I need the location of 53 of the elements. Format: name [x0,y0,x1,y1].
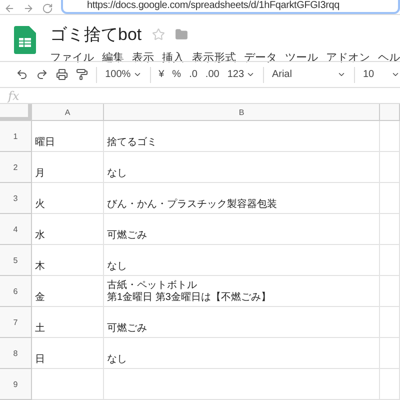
cell-text-line: なし [107,168,127,180]
star-icon[interactable] [152,28,165,41]
percent-button[interactable]: % [172,69,182,80]
cell-text-line: 可燃ごみ [107,230,147,242]
select-all-corner[interactable] [0,104,32,121]
cell-text-line: びん・かん・プラスチック製容器包装 [107,199,277,211]
table-cell [380,369,400,400]
increase-decimals-button[interactable]: .00 [205,69,220,80]
cell-text-line: 火 [35,199,45,211]
row-header[interactable]: 1 [0,121,32,152]
sheets-logo-icon[interactable] [14,26,36,54]
back-icon[interactable] [4,3,15,14]
address-bar[interactable]: https://docs.google.com/spreadsheets/d/1hFqarktGFGI3rqq [61,0,400,14]
cell-text-line: 金 [35,292,45,304]
row-header[interactable]: 4 [0,214,32,245]
cell-text-line: なし [107,354,127,366]
cell-text-line: 第1金曜日 第3金曜日は【不燃ごみ】 [107,292,271,304]
row-header[interactable]: 8 [0,338,32,369]
cell-text-line: 水 [35,230,45,242]
redo-icon[interactable] [36,68,48,82]
reload-icon[interactable] [42,3,53,14]
cell-text-line: 日 [35,354,45,366]
cell-text-line: 捨てるゴミ [107,137,157,149]
currency-button[interactable]: ¥ [158,69,164,80]
row-header[interactable]: 5 [0,245,32,276]
row-header[interactable]: 3 [0,183,32,214]
row-header[interactable]: 6 [0,276,32,307]
print-icon[interactable] [56,68,68,82]
font-dropdown[interactable]: Arial [272,69,346,80]
column-header[interactable]: A [32,104,104,121]
cell-text-line: 土 [35,323,45,335]
document-title[interactable]: ゴミ捨てbot [50,23,142,46]
cell-text-line: 月 [35,168,45,180]
column-header[interactable]: B [104,104,380,121]
font-size-dropdown[interactable]: 10 [362,69,400,80]
row-header[interactable]: 2 [0,152,32,183]
row-header[interactable]: 9 [0,369,32,400]
paint-format-icon[interactable] [76,68,88,82]
row-header[interactable]: 7 [0,307,32,338]
forward-icon[interactable] [23,3,34,14]
cell-text-line: 可燃ごみ [107,323,147,335]
decrease-decimals-button[interactable]: .0 [189,69,198,80]
cell-text-line: 木 [35,261,45,273]
column-header[interactable] [380,104,400,121]
cell-text-line: なし [107,261,127,273]
cell-text-line: 曜日 [35,137,55,149]
undo-icon[interactable] [16,68,28,82]
cell-text-line: 古紙・ペットボトル [107,280,197,292]
folder-icon[interactable] [174,28,188,41]
number-format-dropdown[interactable]: 123 [227,69,256,80]
menu-item[interactable]: ヘル [378,50,400,65]
zoom-dropdown[interactable]: 100% [105,69,142,80]
formula-label: fx [8,88,20,103]
